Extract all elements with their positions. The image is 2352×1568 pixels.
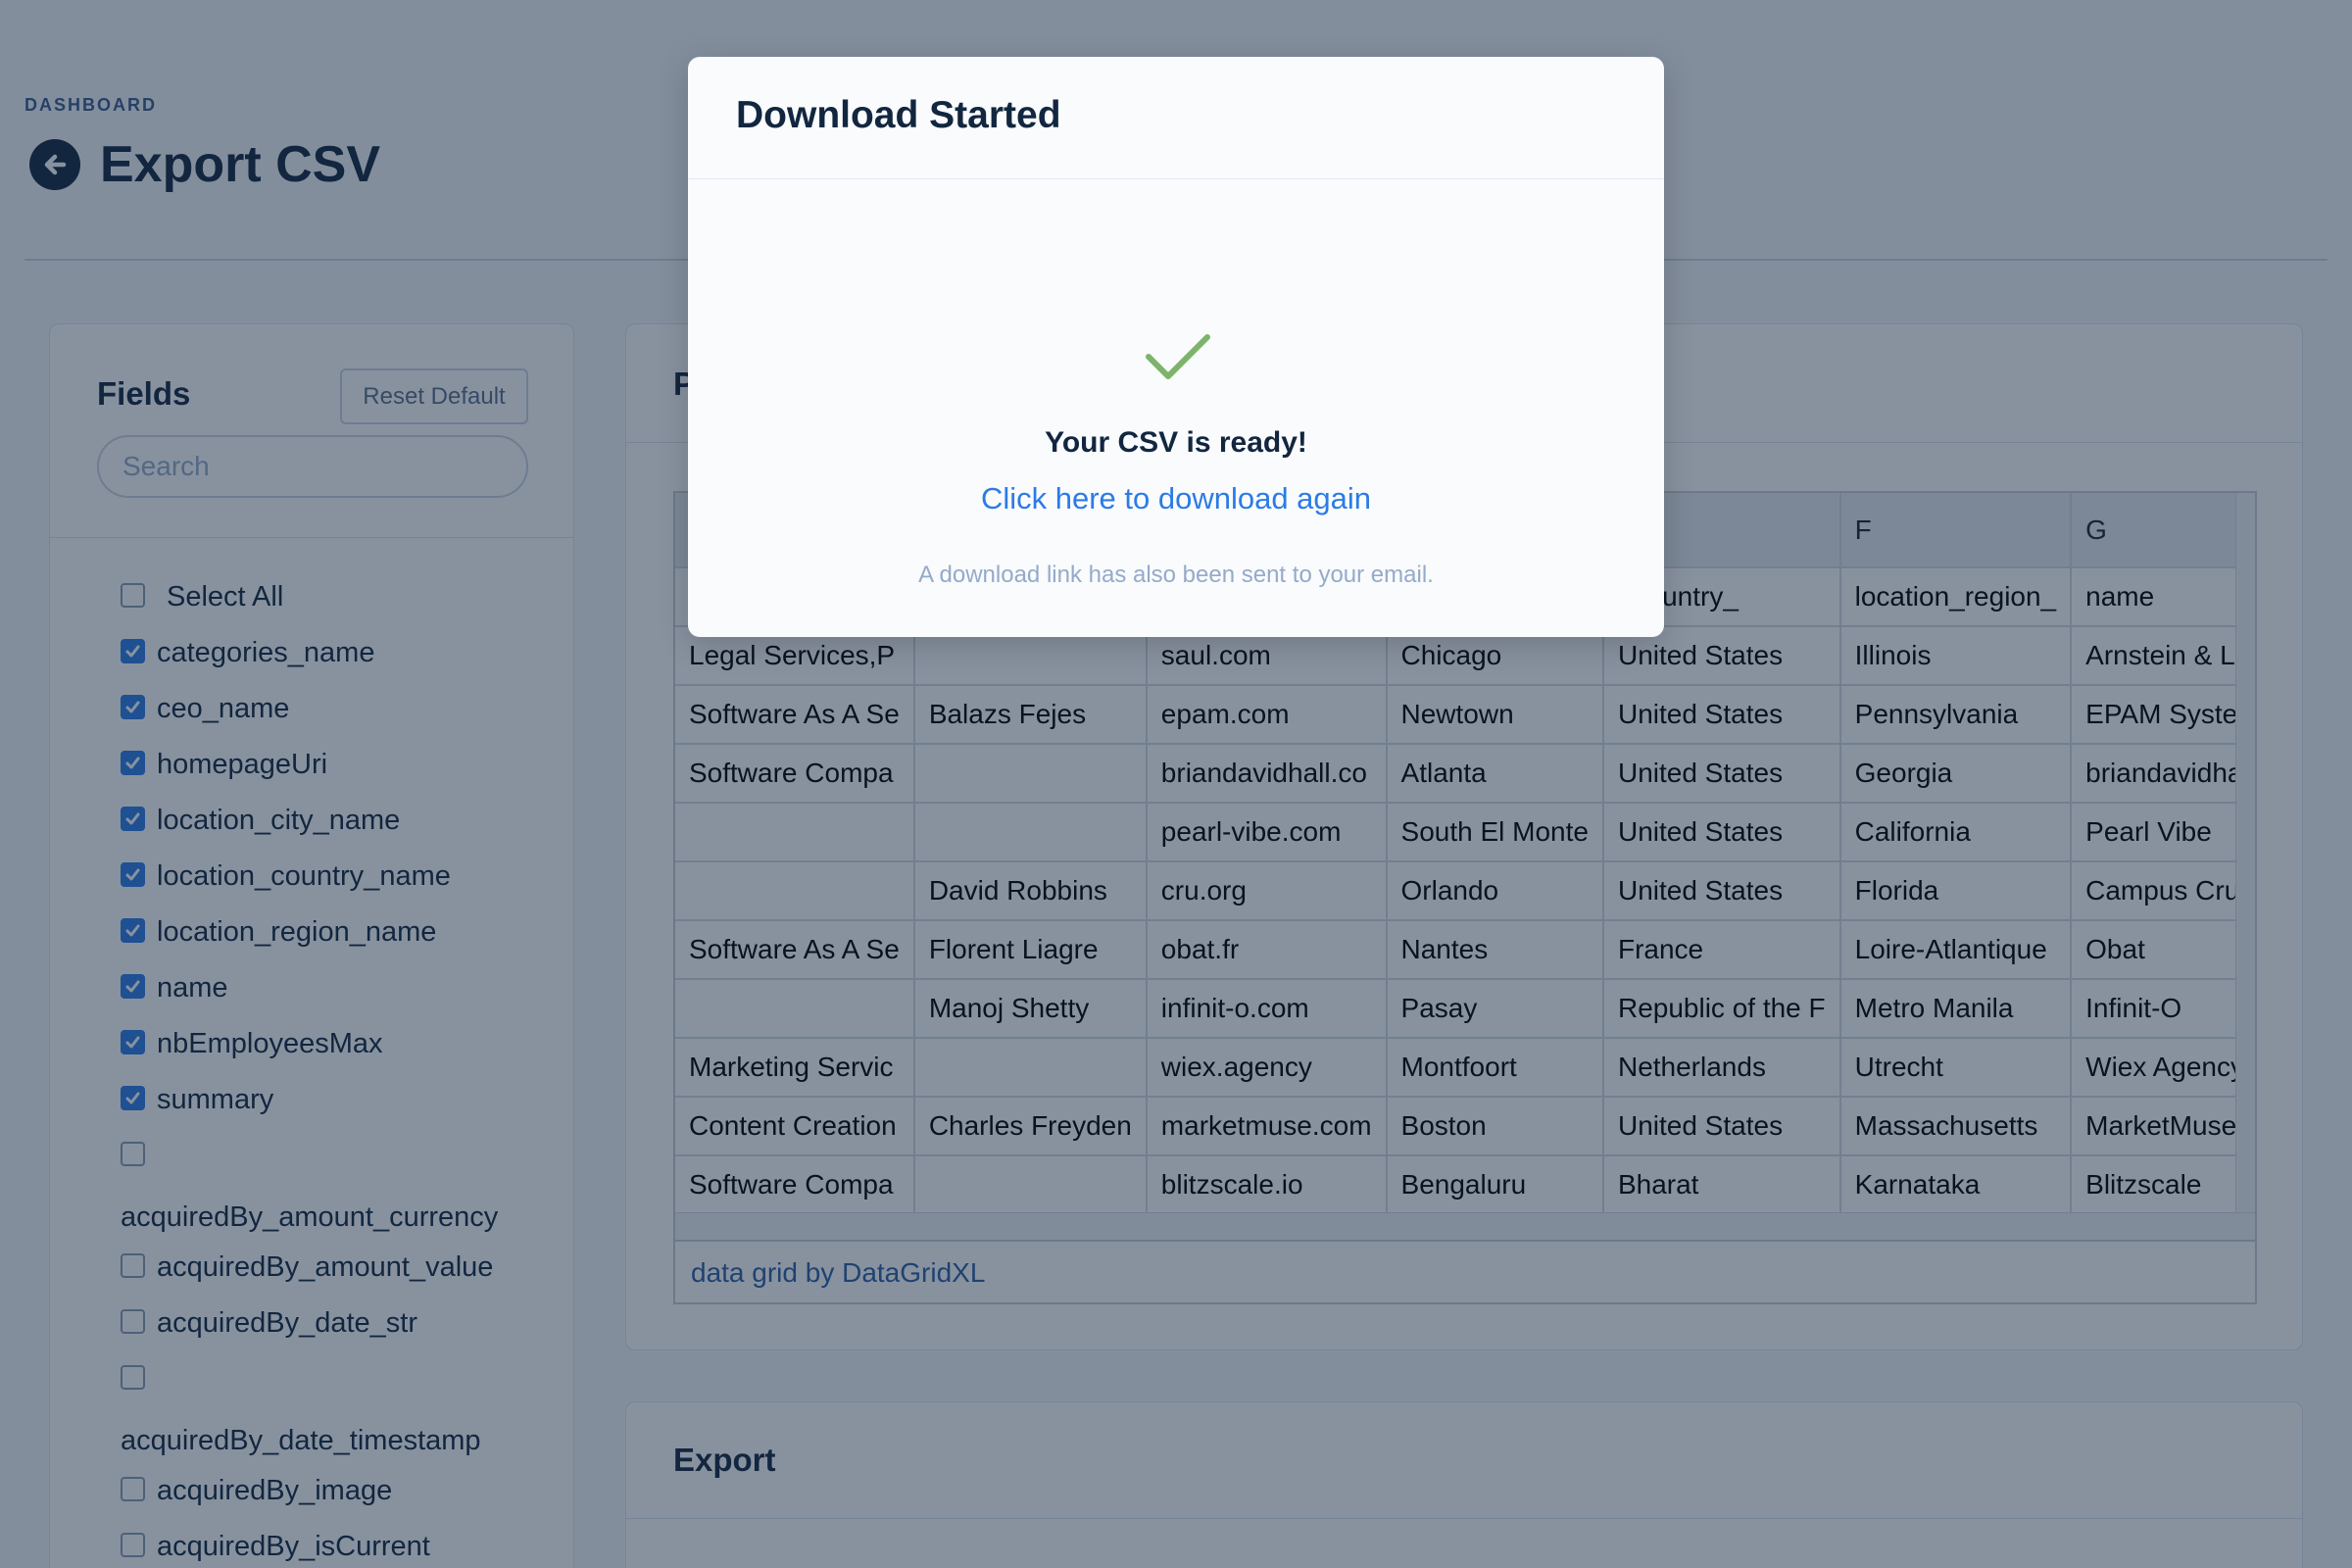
download-again-link[interactable]: Click here to download again	[688, 481, 1664, 516]
ready-message: Your CSV is ready!	[1045, 426, 1307, 459]
modal-header: Download Started	[688, 57, 1664, 179]
download-modal: Download Started Your CSV is ready! Clic…	[688, 57, 1664, 637]
modal-body: Your CSV is ready! Click here to downloa…	[688, 179, 1664, 637]
modal-title: Download Started	[736, 94, 1061, 136]
email-note: A download link has also been sent to yo…	[918, 562, 1434, 588]
page: DASHBOARD Export CSV Fields Reset Defaul…	[0, 0, 2352, 1568]
check-icon	[1146, 334, 1210, 379]
